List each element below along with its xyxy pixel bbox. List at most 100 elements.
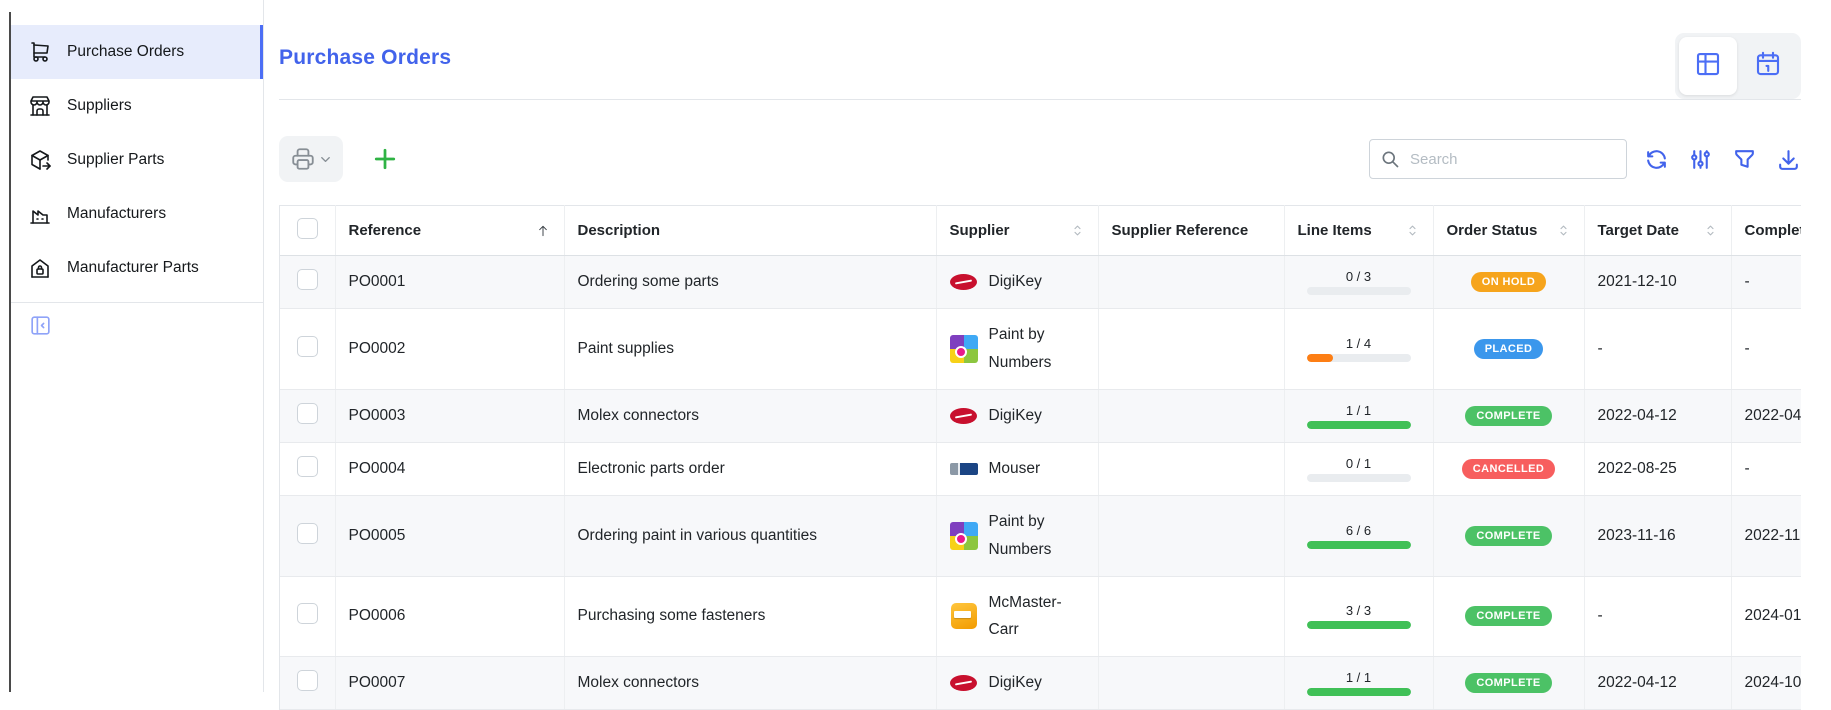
table-row[interactable]: PO0004Electronic parts orderMouser0 / 1C… [280,442,1801,495]
progress-track [1307,621,1411,629]
table-row[interactable]: PO0003Molex connectorsDigiKey1 / 1COMPLE… [280,389,1801,442]
row-select-cell [280,442,335,495]
cell-order-status: CANCELLED [1433,442,1584,495]
cell-line-items: 1 / 4 [1284,309,1433,390]
table-row[interactable]: PO0006Purchasing some fasteners McMaster-… [280,576,1801,657]
page-header: Purchase Orders [279,0,1801,99]
cell-supplier-reference [1098,495,1284,576]
shopping-cart-icon [28,40,52,64]
cell-description: Electronic parts order [564,442,936,495]
column-reference[interactable]: Reference [335,206,564,256]
progress-label: 0 / 3 [1346,269,1371,284]
row-checkbox[interactable] [297,523,318,544]
cell-completion-date: - [1731,442,1801,495]
progress-bar: 1 / 1 [1298,670,1420,696]
column-description: Description [564,206,936,256]
filter-icon [1732,147,1757,172]
progress-bar: 0 / 3 [1298,269,1420,295]
print-button[interactable] [279,136,343,182]
table-view-button[interactable] [1679,37,1737,95]
cell-order-status: PLACED [1433,309,1584,390]
supplier-name: DigiKey [989,268,1042,296]
package-export-icon [28,148,52,172]
cell-target-date: 2022-04-12 [1584,389,1731,442]
sidebar-item-suppliers[interactable]: Suppliers [11,79,263,133]
table-row[interactable]: PO0001Ordering some parts DigiKey 0 / 3 ON … [280,256,1801,309]
cell-description: Ordering paint in various quantities [564,495,936,576]
table-view-icon [1693,49,1723,84]
row-checkbox[interactable] [297,336,318,357]
table-row[interactable]: PO0007Molex connectorsDigiKey1 / 1COMPLE… [280,657,1801,710]
cell-line-items: 0 / 1 [1284,442,1433,495]
table-row[interactable]: PO0005Ordering paint in various quantiti… [280,495,1801,576]
factory-icon [28,202,52,226]
cell-reference: PO0003 [335,389,564,442]
cell-reference: PO0007 [335,657,564,710]
progress-track [1307,688,1411,696]
refresh-button[interactable] [1644,147,1669,172]
status-badge: COMPLETE [1465,673,1551,693]
cell-reference: PO0006 [335,576,564,657]
cell-line-items: 1 / 1 [1284,389,1433,442]
cell-completion-date: 2022-04 [1731,389,1801,442]
column-completion-date[interactable]: Completion Date [1731,206,1801,256]
select-all-header [280,206,335,256]
column-label: Target Date [1598,222,1679,239]
progress-track [1307,354,1411,362]
select-all-checkbox[interactable] [297,218,318,239]
cell-order-status: COMPLETE [1433,389,1584,442]
add-order-button[interactable] [370,144,400,174]
cell-completion-date: 2024-10 [1731,657,1801,710]
row-checkbox[interactable] [297,269,318,290]
column-target-date[interactable]: Target Date [1584,206,1731,256]
progress-label: 0 / 1 [1346,456,1371,471]
table-body: PO0001Ordering some parts DigiKey 0 / 3 ON … [280,256,1801,710]
filter-button[interactable] [1732,147,1757,172]
row-checkbox[interactable] [297,403,318,424]
progress-label: 1 / 4 [1346,336,1371,351]
sidebar-item-supplier-parts[interactable]: Supplier Parts [11,133,263,187]
cell-line-items: 6 / 6 [1284,495,1433,576]
cell-order-status: ON HOLD [1433,256,1584,309]
cell-description: Ordering some parts [564,256,936,309]
row-select-cell [280,657,335,710]
sidebar-item-manufacturers[interactable]: Manufacturers [11,187,263,241]
sidebar-item-label: Supplier Parts [67,151,164,169]
row-checkbox[interactable] [297,670,318,691]
progress-bar: 1 / 1 [1298,403,1420,429]
sidebar-item-manufacturer-parts[interactable]: Manufacturer Parts [11,241,263,295]
table-row[interactable]: PO0002Paint suppliesPaint by Numbers1 / … [280,309,1801,390]
calendar-view-button[interactable] [1739,37,1797,95]
sidebar-divider [11,302,263,303]
cell-supplier-reference [1098,442,1284,495]
app-window: Purchase Orders Suppliers Supplier Parts Ma… [0,0,1831,692]
row-checkbox[interactable] [297,456,318,477]
digikey-logo [950,669,978,697]
cell-reference: PO0001 [335,256,564,309]
sidebar-item-purchase-orders[interactable]: Purchase Orders [11,25,263,79]
sidebar-item-label: Suppliers [67,97,132,115]
column-label: Description [578,222,661,239]
progress-label: 6 / 6 [1346,523,1371,538]
column-supplier[interactable]: Supplier [936,206,1098,256]
row-select-cell [280,309,335,390]
collapse-sidebar-button[interactable] [28,313,53,338]
supplier-name: McMaster-Carr [989,589,1085,645]
cell-order-status: COMPLETE [1433,576,1584,657]
row-checkbox[interactable] [297,603,318,624]
adjustments-icon [1688,147,1713,172]
page-title: Purchase Orders [279,46,451,70]
search-input[interactable] [1408,150,1616,169]
cell-description: Purchasing some fasteners [564,576,936,657]
cell-supplier: DigiKey [936,389,1098,442]
status-badge: COMPLETE [1465,406,1551,426]
column-order-status[interactable]: Order Status [1433,206,1584,256]
column-line-items[interactable]: Line Items [1284,206,1433,256]
download-button[interactable] [1776,147,1801,172]
cell-supplier-reference [1098,657,1284,710]
sort-icon [1703,223,1718,238]
cell-supplier-reference [1098,389,1284,442]
paint-by-numbers-logo [950,335,978,363]
adjustments-button[interactable] [1688,147,1713,172]
warehouse-lock-icon [28,256,52,280]
